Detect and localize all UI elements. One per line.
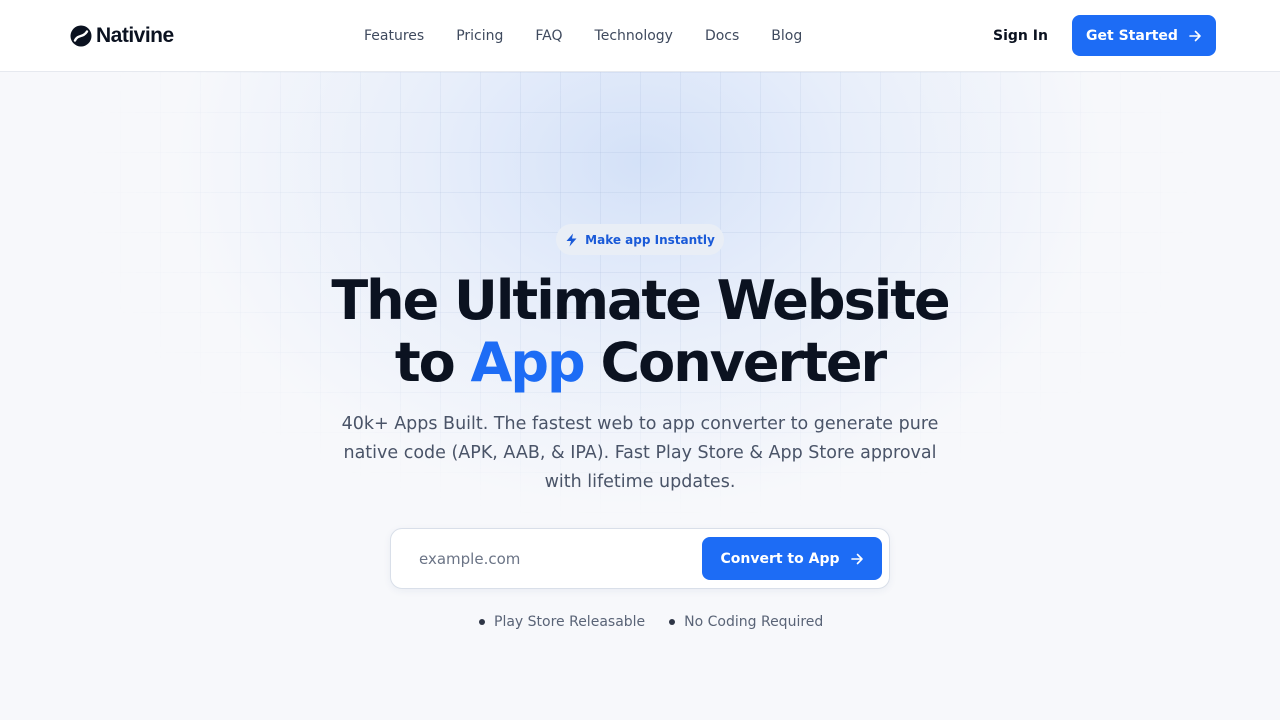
- feature-list: Play Store Releasable No Coding Required: [479, 614, 823, 630]
- get-started-label: Get Started: [1086, 27, 1178, 44]
- nav-docs[interactable]: Docs: [705, 26, 739, 46]
- convert-to-app-button[interactable]: Convert to App: [702, 537, 882, 580]
- hero-title: The Ultimate Website to App Converter: [240, 270, 1040, 394]
- feature-label: No Coding Required: [684, 614, 824, 630]
- website-url-input[interactable]: [419, 548, 689, 570]
- hero-subtitle: 40k+ Apps Built. The fastest web to app …: [341, 414, 939, 492]
- sign-in-link[interactable]: Sign In: [993, 26, 1048, 46]
- convert-button-label: Convert to App: [720, 550, 840, 567]
- nav-features[interactable]: Features: [364, 26, 424, 46]
- nav-pricing[interactable]: Pricing: [456, 26, 503, 46]
- hero-title-line1: The Ultimate Website: [331, 269, 950, 332]
- hero-badge: Make app Instantly: [556, 224, 724, 255]
- badge-label: Make app Instantly: [585, 232, 715, 247]
- dot-icon: [669, 619, 676, 625]
- hero-title-accent: App: [470, 331, 586, 394]
- get-started-button[interactable]: Get Started: [1072, 15, 1216, 56]
- main-nav: Features Pricing FAQ Technology Docs Blo…: [364, 26, 802, 46]
- feature-item: Play Store Releasable: [479, 614, 645, 630]
- lightning-bolt-icon: [566, 233, 577, 246]
- arrow-right-icon: [1189, 30, 1201, 41]
- convert-form: Convert to App: [390, 528, 890, 589]
- feature-item: No Coding Required: [669, 614, 823, 630]
- feature-label: Play Store Releasable: [494, 614, 646, 630]
- site-header: Nativine Features Pricing FAQ Technology…: [0, 0, 1280, 72]
- arrow-right-icon: [850, 553, 863, 564]
- dot-icon: [479, 619, 485, 625]
- hero-title-end: Converter: [600, 331, 887, 394]
- nav-faq[interactable]: FAQ: [535, 26, 562, 46]
- brand-logo[interactable]: Nativine: [70, 22, 174, 50]
- leaf-swirl-icon: [70, 25, 92, 47]
- hero-title-to: to: [394, 331, 456, 394]
- nav-blog[interactable]: Blog: [771, 26, 802, 46]
- brand-name: Nativine: [96, 24, 174, 47]
- nav-technology[interactable]: Technology: [595, 26, 673, 46]
